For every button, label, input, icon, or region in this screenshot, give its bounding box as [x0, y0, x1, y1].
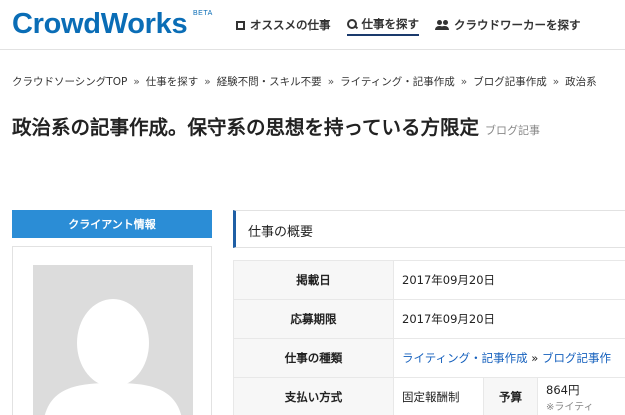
deadline-label: 応募期限 [233, 299, 394, 339]
payment-method-label: 支払い方式 [233, 377, 394, 415]
category-tag[interactable]: ブログ記事 [485, 124, 540, 137]
table-row: 掲載日 2017年09月20日 [233, 260, 625, 300]
breadcrumb-item-blog[interactable]: ブログ記事作成 [473, 76, 547, 88]
search-icon [346, 19, 357, 29]
breadcrumb: クラウドソーシングTOP» 仕事を探す» 経験不問・スキル不要» ライティング・記事作… [12, 76, 597, 88]
deadline-value: 2017年09月20日 [393, 299, 625, 339]
title-row: 政治系の記事作成。保守系の思想を持っている方限定 ブログ記事 [12, 111, 540, 140]
budget-value: 864円 [546, 382, 580, 397]
job-summary-panel: 仕事の概要 [233, 210, 625, 248]
nav-recommended-label: オススメの仕事 [250, 18, 331, 32]
page-title: 政治系の記事作成。保守系の思想を持っている方限定 [12, 116, 480, 139]
avatar[interactable] [33, 265, 193, 415]
beta-badge: BETA [193, 10, 213, 17]
client-info-header: クライアント情報 [12, 210, 212, 238]
breadcrumb-item-current: 政治系 [565, 76, 597, 88]
client-info-box [12, 246, 212, 415]
users-icon [435, 20, 449, 30]
site-header: CrowdWorks BETA オススメの仕事 仕事を探す クラウドワーカーを探… [0, 0, 625, 50]
budget-note: ※ライティ [546, 401, 594, 413]
job-summary-title: 仕事の概要 [248, 225, 314, 240]
nav-recommended[interactable]: オススメの仕事 [236, 14, 331, 36]
crowdworks-logo[interactable]: CrowdWorks [12, 8, 188, 41]
job-type-link-blog[interactable]: ブログ記事作 [542, 351, 611, 365]
posted-date-value: 2017年09月20日 [393, 260, 625, 300]
nav-find-jobs[interactable]: 仕事を探す [346, 14, 420, 36]
nav-find-jobs-label: 仕事を探す [361, 17, 420, 31]
budget-label: 予算 [483, 377, 538, 415]
breadcrumb-item-top[interactable]: クラウドソーシングTOP [12, 76, 127, 88]
nav-find-workers-label: クラウドワーカーを探す [454, 18, 581, 32]
nav-find-workers[interactable]: クラウドワーカーを探す [435, 14, 581, 36]
table-row: 応募期限 2017年09月20日 [233, 299, 625, 339]
breadcrumb-item-no-experience[interactable]: 経験不問・スキル不要 [217, 76, 322, 88]
job-info-table: 掲載日 2017年09月20日 応募期限 2017年09月20日 仕事の種類 ラ… [233, 260, 625, 415]
job-type-link-writing[interactable]: ライティング・記事作成 [402, 351, 528, 365]
job-type-separator: » [531, 351, 539, 365]
table-row: 支払い方式 固定報酬制 予算 864円 ※ライティ [233, 377, 625, 415]
main-nav: オススメの仕事 仕事を探す クラウドワーカーを探す [236, 14, 597, 36]
table-row: 仕事の種類 ライティング・記事作成 » ブログ記事作 [233, 338, 625, 378]
job-type-label: 仕事の種類 [233, 338, 394, 378]
posted-date-label: 掲載日 [233, 260, 394, 300]
job-type-value: ライティング・記事作成 » ブログ記事作 [393, 338, 625, 378]
breadcrumb-item-find-jobs[interactable]: 仕事を探す [146, 76, 199, 88]
default-user-icon [44, 299, 182, 415]
breadcrumb-item-writing[interactable]: ライティング・記事作成 [340, 76, 455, 88]
square-icon [236, 20, 245, 30]
budget-cell: 864円 ※ライティ [537, 377, 625, 415]
payment-method-value: 固定報酬制 [393, 377, 484, 415]
